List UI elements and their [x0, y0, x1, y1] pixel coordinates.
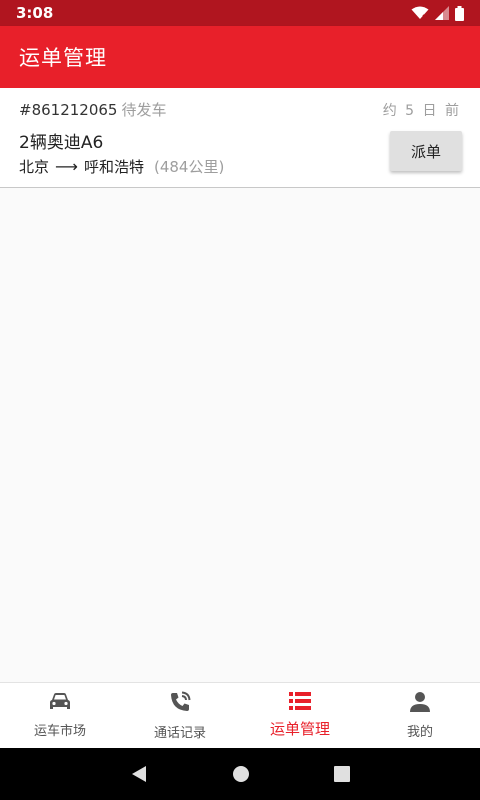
app-bar: 运单管理	[0, 26, 480, 88]
list-icon	[289, 692, 311, 710]
order-time-ago: 约 5 日 前	[382, 103, 461, 119]
route-origin: 北京	[19, 158, 50, 176]
nav-label: 运单管理	[269, 720, 330, 738]
status-bar: 3:08	[0, 0, 480, 26]
back-icon[interactable]	[130, 765, 148, 783]
car-icon	[50, 693, 70, 709]
order-status: 待发车	[121, 101, 167, 119]
dispatch-button[interactable]: 派单	[390, 131, 462, 171]
system-nav-bar	[0, 748, 480, 800]
order-header: #861212065 待发车	[19, 99, 166, 120]
order-vehicle: 2辆奥迪A6	[19, 133, 104, 153]
signal-icon	[435, 6, 449, 20]
order-route: 北京 ⟶ 呼和浩特 (484公里)	[19, 156, 224, 177]
nav-label: 运车市场	[33, 724, 86, 739]
route-distance: (484公里)	[153, 158, 225, 176]
nav-label: 通话记录	[153, 726, 206, 741]
status-time: 3:08	[16, 4, 54, 22]
nav-item-car-market[interactable]: 运车市场	[0, 683, 120, 748]
status-icons	[411, 5, 464, 21]
nav-item-order-management[interactable]: 运单管理	[240, 683, 360, 748]
route-arrow-icon: ⟶	[55, 157, 78, 176]
phone-call-icon	[171, 691, 191, 711]
nav-item-call-log[interactable]: 通话记录	[120, 683, 240, 748]
battery-icon	[455, 5, 464, 21]
bottom-nav: 运车市场 通话记录 运单管理 我的	[0, 682, 480, 748]
nav-label: 我的	[406, 725, 433, 740]
order-number: #861212065	[19, 101, 118, 119]
home-icon[interactable]	[232, 765, 250, 783]
nav-item-profile[interactable]: 我的	[360, 683, 480, 748]
recents-icon[interactable]	[334, 766, 350, 782]
route-destination: 呼和浩特	[83, 158, 144, 176]
wifi-icon	[411, 6, 429, 20]
page-title: 运单管理	[19, 46, 107, 70]
order-card[interactable]: #861212065 待发车 约 5 日 前 2辆奥迪A6 北京 ⟶ 呼和浩特 (…	[0, 88, 480, 188]
person-icon	[410, 692, 430, 712]
